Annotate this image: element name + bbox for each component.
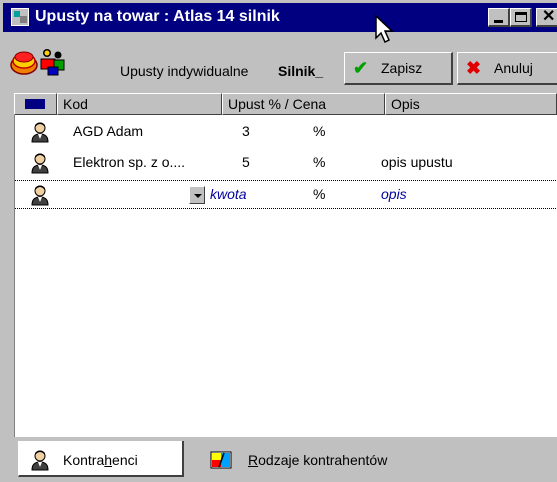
cancel-button[interactable]: ✖ Anuluj: [457, 52, 557, 85]
tab-label: Kontrahenci: [63, 452, 138, 468]
discounts-icon: [10, 49, 65, 76]
grid-header: Kod Upust % / Cena Opis: [14, 93, 557, 115]
maximize-icon: [515, 12, 527, 22]
person-icon: [31, 153, 49, 174]
close-icon: ✕: [542, 8, 556, 25]
mouse-cursor-icon: [375, 14, 394, 44]
close-button[interactable]: ✕: [536, 8, 557, 27]
column-header-kod[interactable]: Kod: [57, 93, 222, 115]
checkmark-icon: ✔: [353, 58, 369, 78]
kod-cell: AGD Adam: [73, 123, 144, 139]
discount-type-label: Upusty indywidualne: [120, 63, 249, 79]
kod-dropdown-button[interactable]: [189, 186, 205, 204]
person-icon: [31, 185, 49, 206]
discounts-grid[interactable]: AGD Adam 3 % Elektron sp. z o.... 5 % op…: [14, 115, 557, 437]
column-header-opis[interactable]: Opis: [385, 93, 557, 115]
opis-input[interactable]: opis: [381, 186, 407, 202]
discounts-window: Upusty na towar : Atlas 14 silnik ✕ Upus…: [0, 0, 557, 482]
upust-value-cell: 5: [242, 154, 250, 170]
tab-rodzaje-kontrahentow[interactable]: Rodzaje kontrahentów: [186, 441, 446, 477]
upust-value-cell: 3: [242, 123, 250, 139]
select-all-header[interactable]: [14, 93, 57, 115]
table-row[interactable]: Elektron sp. z o.... 5 % opis upustu: [15, 149, 557, 178]
unit-cell: %: [313, 154, 326, 170]
cross-icon: ✖: [466, 58, 482, 78]
person-icon: [31, 122, 49, 143]
tab-kontrahenci[interactable]: Kontrahenci: [18, 441, 184, 477]
unit-cell: %: [313, 123, 326, 139]
table-row[interactable]: AGD Adam 3 %: [15, 118, 557, 147]
product-name-value: Silnik_: [278, 63, 324, 79]
tab-strip: Kontrahenci Rodzaje kontrahentów: [14, 437, 557, 482]
toolbar: Upusty indywidualne Silnik_ ✔ Zapisz ✖ A…: [3, 35, 557, 87]
minimize-button[interactable]: [488, 8, 510, 27]
title-bar[interactable]: Upusty na towar : Atlas 14 silnik ✕: [3, 3, 557, 32]
maximize-button[interactable]: [510, 8, 532, 27]
save-button[interactable]: ✔ Zapisz: [344, 52, 453, 85]
save-label: Zapisz: [381, 60, 423, 76]
app-icon: [11, 8, 29, 26]
person-icon: [31, 450, 49, 471]
selector-icon: [25, 99, 45, 109]
new-row-editing[interactable]: kwota % opis: [15, 180, 557, 209]
unit-cell[interactable]: %: [313, 186, 325, 202]
cancel-label: Anuluj: [494, 60, 533, 76]
column-header-upust[interactable]: Upust % / Cena: [222, 93, 385, 115]
tab-label: Rodzaje kontrahentów: [248, 452, 388, 468]
opis-cell: opis upustu: [381, 154, 453, 170]
window-title: Upusty na towar : Atlas 14 silnik: [35, 8, 280, 25]
minimize-icon: [494, 20, 503, 23]
types-icon: [210, 451, 232, 469]
kod-cell: Elektron sp. z o....: [73, 154, 186, 170]
upust-value-input[interactable]: kwota: [210, 186, 247, 202]
